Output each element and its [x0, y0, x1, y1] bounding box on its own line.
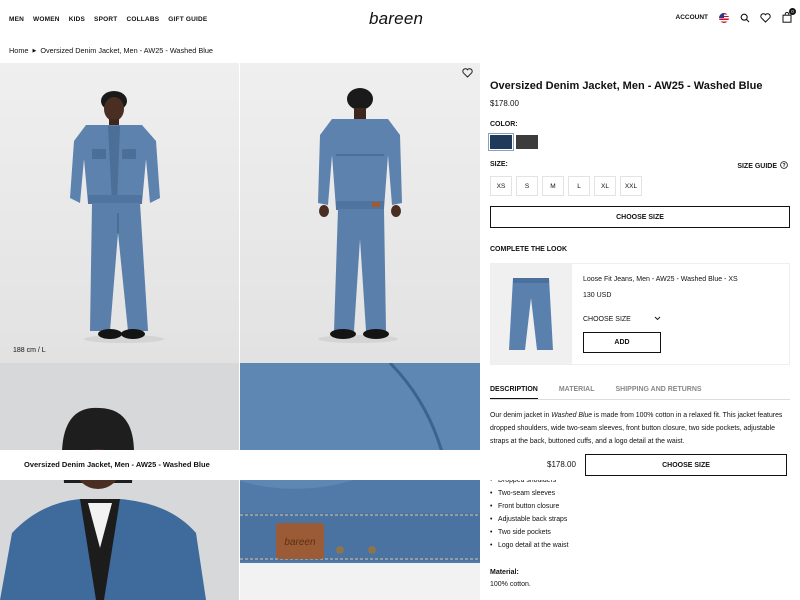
product-image-hood-closeup[interactable] — [0, 363, 239, 600]
list-item: Two-seam sleeves — [490, 488, 569, 501]
size-option-xl[interactable]: XL — [594, 176, 616, 196]
account-link[interactable]: ACCOUNT — [676, 14, 709, 21]
breadcrumb-current: Oversized Denim Jacket, Men - AW25 - Was… — [40, 46, 213, 55]
size-guide-label: SIZE GUIDE — [737, 162, 777, 170]
complete-the-look-heading: COMPLETE THE LOOK — [490, 246, 567, 253]
description-text-1: Our denim jacket in — [490, 412, 552, 419]
sticky-choose-size-button[interactable]: CHOOSE SIZE — [585, 454, 787, 476]
cart-count-badge: 0 — [789, 8, 796, 15]
size-option-xxl[interactable]: XXL — [620, 176, 642, 196]
search-icon[interactable] — [739, 12, 750, 23]
svg-text:?: ? — [782, 163, 785, 169]
size-option-l[interactable]: L — [568, 176, 590, 196]
product-image-fabric-detail[interactable]: bareen — [240, 363, 480, 600]
description-color-name: Washed Blue — [551, 412, 593, 419]
complete-the-look-product-name[interactable]: Loose Fit Jeans, Men - AW25 - Washed Blu… — [583, 276, 738, 283]
size-guide-link[interactable]: SIZE GUIDE ? — [737, 161, 788, 171]
wishlist-heart-icon[interactable] — [760, 12, 771, 23]
size-options: XS S M L XL XXL — [490, 176, 642, 196]
brand-logo[interactable]: bareen — [369, 9, 423, 29]
nav-kids[interactable]: KIDS — [69, 16, 85, 23]
size-label: SIZE: — [490, 161, 508, 168]
leather-logo-patch: bareen — [284, 537, 316, 548]
product-description: Our denim jacket in Washed Blue is made … — [490, 410, 790, 448]
breadcrumb: Home ▶ Oversized Denim Jacket, Men - AW2… — [9, 46, 213, 55]
chevron-down-icon — [654, 316, 661, 323]
sticky-product-name: Oversized Denim Jacket, Men - AW25 - Was… — [24, 460, 210, 469]
shopping-bag-icon[interactable]: 0 — [781, 8, 796, 23]
color-swatch-washed-blue[interactable] — [488, 133, 514, 151]
complete-the-look-size-select[interactable]: CHOOSE SIZE — [583, 316, 661, 323]
size-option-s[interactable]: S — [516, 176, 538, 196]
nav-collabs[interactable]: COLLABS — [126, 16, 159, 23]
material-label: Material: — [490, 569, 519, 576]
product-title: Oversized Denim Jacket, Men - AW25 - Was… — [490, 80, 763, 92]
jeans-thumbnail[interactable] — [491, 264, 572, 364]
product-image-front[interactable]: 188 cm / L — [0, 63, 239, 363]
tab-description[interactable]: DESCRIPTION — [490, 386, 538, 399]
breadcrumb-home[interactable]: Home — [9, 46, 28, 55]
breadcrumb-separator-icon: ▶ — [32, 47, 37, 54]
product-image-back[interactable] — [240, 63, 480, 363]
nav-gift-guide[interactable]: GIFT GUIDE — [168, 16, 207, 23]
add-to-cart-button[interactable]: ADD — [583, 332, 661, 353]
product-info-tabs: DESCRIPTION MATERIAL SHIPPING AND RETURN… — [490, 386, 790, 400]
color-label: COLOR: — [490, 121, 518, 128]
size-select-label: CHOOSE SIZE — [583, 316, 631, 323]
sticky-purchase-bar: Oversized Denim Jacket, Men - AW25 - Was… — [0, 450, 800, 480]
product-gallery: 188 cm / L bareen — [0, 63, 480, 600]
tab-material[interactable]: MATERIAL — [559, 386, 595, 399]
nav-women[interactable]: WOMEN — [33, 16, 60, 23]
size-option-m[interactable]: M — [542, 176, 564, 196]
help-circle-icon: ? — [780, 161, 788, 171]
nav-men[interactable]: MEN — [9, 16, 24, 23]
site-header: MEN WOMEN KIDS SPORT COLLABS GIFT GUIDE … — [0, 0, 800, 38]
complete-the-look-card: Loose Fit Jeans, Men - AW25 - Washed Blu… — [490, 263, 790, 365]
add-to-wishlist-heart-icon[interactable] — [462, 68, 473, 80]
nav-sport[interactable]: SPORT — [94, 16, 117, 23]
us-flag-icon[interactable] — [718, 12, 729, 23]
complete-the-look-price: 130 USD — [583, 292, 612, 299]
product-price: $178.00 — [490, 99, 519, 108]
material-value: 100% cotton. — [490, 581, 531, 588]
sticky-product-price: $178.00 — [547, 460, 576, 469]
size-option-xs[interactable]: XS — [490, 176, 512, 196]
choose-size-button[interactable]: CHOOSE SIZE — [490, 206, 790, 228]
list-item: Front button closure — [490, 501, 569, 514]
header-actions: ACCOUNT 0 — [676, 8, 796, 23]
list-item: Logo detail at the waist — [490, 540, 569, 553]
list-item: Adjustable back straps — [490, 514, 569, 527]
main-nav: MEN WOMEN KIDS SPORT COLLABS GIFT GUIDE — [9, 16, 207, 23]
color-swatch-grey[interactable] — [516, 135, 538, 149]
list-item: Two side pockets — [490, 527, 569, 540]
feature-list: Dropped shoulders Two-seam sleeves Front… — [490, 475, 569, 552]
tab-shipping-and-returns[interactable]: SHIPPING AND RETURNS — [616, 386, 702, 399]
model-height-label: 188 cm / L — [13, 347, 46, 354]
